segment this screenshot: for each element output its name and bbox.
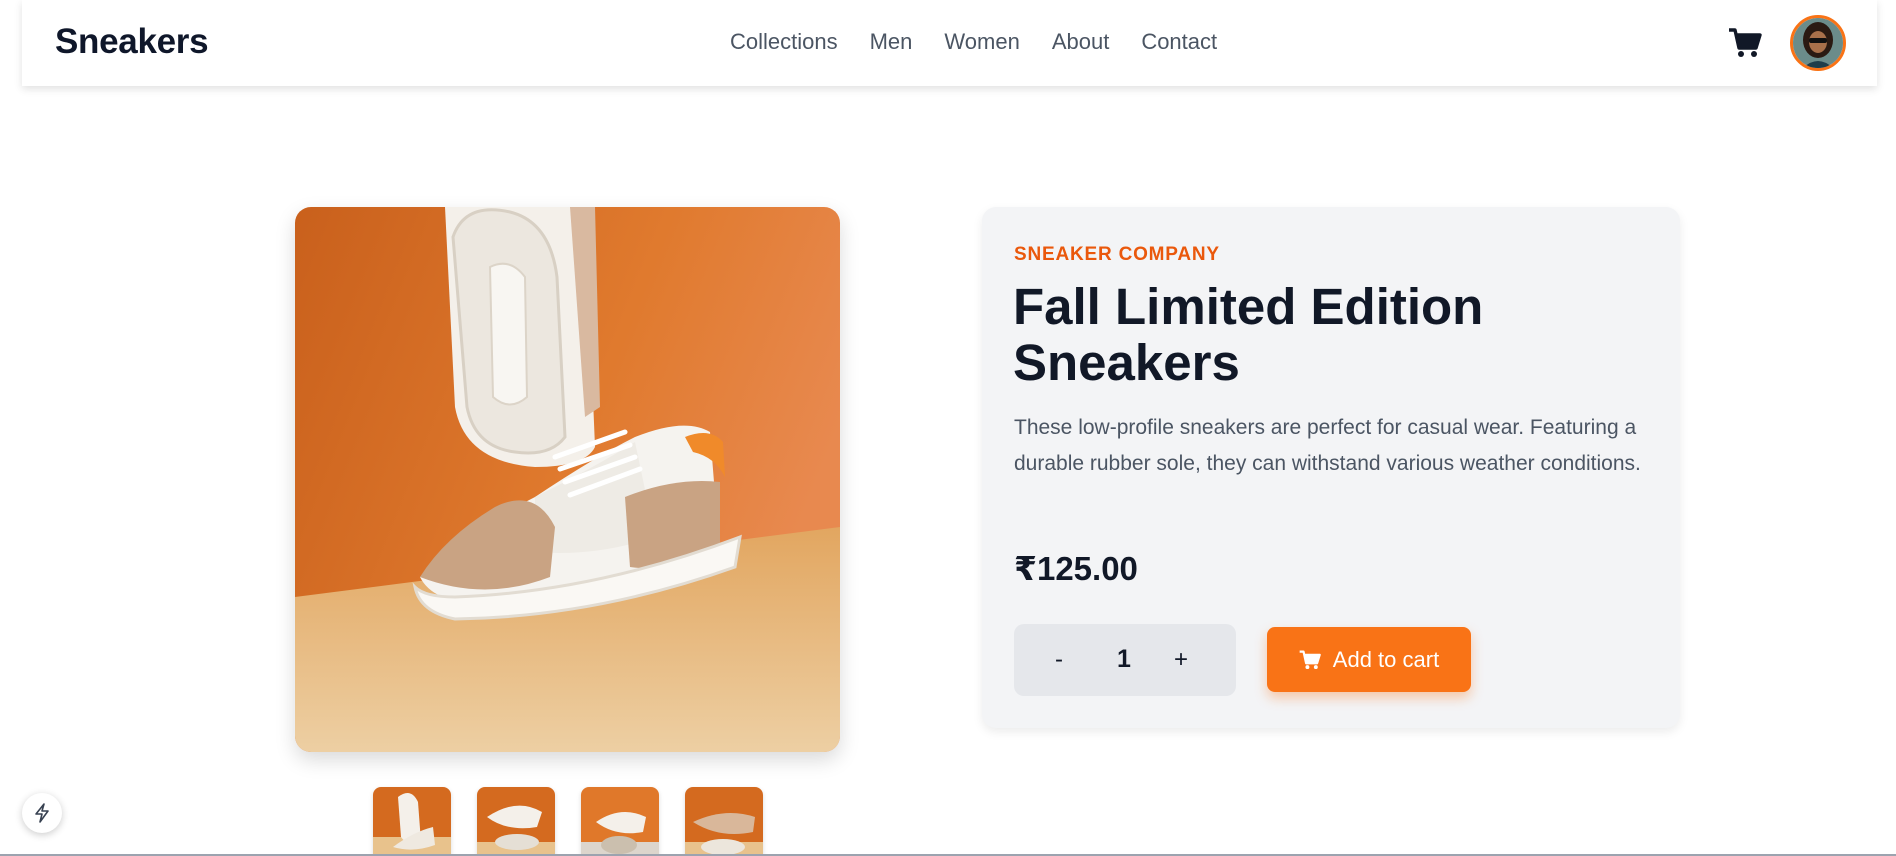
thumbnail-1[interactable] — [373, 787, 451, 856]
site-header: Sneakers Collections Men Women About Con… — [22, 0, 1877, 86]
thumbnail-2[interactable] — [477, 787, 555, 856]
nav-contact[interactable]: Contact — [1141, 28, 1217, 56]
site-logo[interactable]: Sneakers — [55, 22, 209, 62]
bolt-button[interactable] — [22, 793, 62, 833]
nav-women[interactable]: Women — [944, 28, 1019, 56]
decrease-quantity-button[interactable]: - — [1044, 646, 1074, 674]
product-price: ₹125.00 — [1014, 550, 1138, 587]
nav-collections[interactable]: Collections — [730, 28, 838, 56]
cart-button[interactable] — [1724, 22, 1766, 64]
product-details-card: SNEAKER COMPANY Fall Limited Edition Sne… — [982, 207, 1680, 728]
product-title: Fall Limited Edition Sneakers — [1013, 278, 1484, 391]
bolt-icon — [35, 803, 49, 823]
main-product-image[interactable] — [295, 207, 840, 752]
add-to-cart-button[interactable]: Add to cart — [1267, 627, 1471, 692]
product-company: SNEAKER COMPANY — [1014, 244, 1220, 265]
nav-about[interactable]: About — [1052, 28, 1110, 56]
user-avatar[interactable] — [1790, 15, 1846, 71]
cart-icon — [1729, 28, 1762, 57]
cart-icon — [1299, 649, 1321, 669]
thumbnail-strip — [373, 787, 789, 856]
increase-quantity-button[interactable]: + — [1166, 646, 1196, 674]
quantity-stepper: - 1 + — [1014, 624, 1236, 696]
thumbnail-4[interactable] — [685, 787, 763, 856]
main-nav: Collections Men Women About Contact — [730, 28, 1249, 56]
quantity-value: 1 — [1117, 645, 1131, 673]
nav-men[interactable]: Men — [870, 28, 913, 56]
add-to-cart-label: Add to cart — [1332, 646, 1440, 672]
sneaker-image — [295, 207, 840, 752]
avatar-image — [1793, 18, 1843, 68]
product-description: These low-profile sneakers are perfect f… — [1014, 416, 1641, 475]
thumbnail-3[interactable] — [581, 787, 659, 856]
